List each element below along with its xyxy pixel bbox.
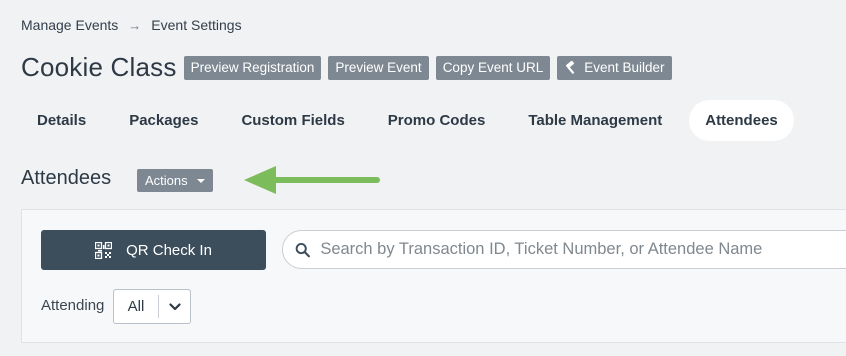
chevron-down-icon[interactable] xyxy=(159,302,190,311)
annotation-arrow-icon xyxy=(244,166,380,194)
event-builder-button[interactable]: Event Builder xyxy=(557,55,672,80)
breadcrumb: Manage Events → Event Settings xyxy=(21,17,242,33)
breadcrumb-separator-icon: → xyxy=(128,17,142,33)
search-box xyxy=(282,230,846,269)
qr-code-icon xyxy=(95,241,113,259)
caret-down-icon xyxy=(196,178,205,183)
copy-event-url-button[interactable]: Copy Event URL xyxy=(435,55,551,80)
breadcrumb-event-settings: Event Settings xyxy=(151,17,242,33)
qr-check-in-button[interactable]: QR Check In xyxy=(41,230,266,270)
attendees-panel: QR Check In Attending All xyxy=(21,209,846,343)
page-title: Cookie Class xyxy=(21,52,177,82)
attending-selected-value: All xyxy=(127,298,145,315)
attending-select[interactable]: All xyxy=(113,289,191,324)
preview-event-button[interactable]: Preview Event xyxy=(328,55,429,80)
actions-label: Actions xyxy=(145,173,188,188)
hammer-icon xyxy=(566,60,575,74)
tab-bar: Details Packages Custom Fields Promo Cod… xyxy=(21,100,805,141)
title-row: Cookie Class Preview Registration Previe… xyxy=(21,52,679,83)
tab-custom-fields[interactable]: Custom Fields xyxy=(225,100,360,141)
search-icon xyxy=(295,242,310,257)
qr-check-in-label: QR Check In xyxy=(126,241,212,259)
tab-promo-codes[interactable]: Promo Codes xyxy=(372,100,502,141)
attending-label: Attending xyxy=(41,297,105,314)
preview-registration-button[interactable]: Preview Registration xyxy=(183,55,322,80)
event-builder-label: Event Builder xyxy=(584,59,665,75)
actions-dropdown-button[interactable]: Actions xyxy=(137,169,213,192)
tab-details[interactable]: Details xyxy=(21,100,102,141)
tab-attendees[interactable]: Attendees xyxy=(689,100,794,141)
section-title: Attendees xyxy=(21,167,112,189)
breadcrumb-manage-events[interactable]: Manage Events xyxy=(21,17,118,33)
search-input[interactable] xyxy=(320,240,846,259)
tab-table-management[interactable]: Table Management xyxy=(512,100,678,141)
tab-packages[interactable]: Packages xyxy=(113,100,214,141)
